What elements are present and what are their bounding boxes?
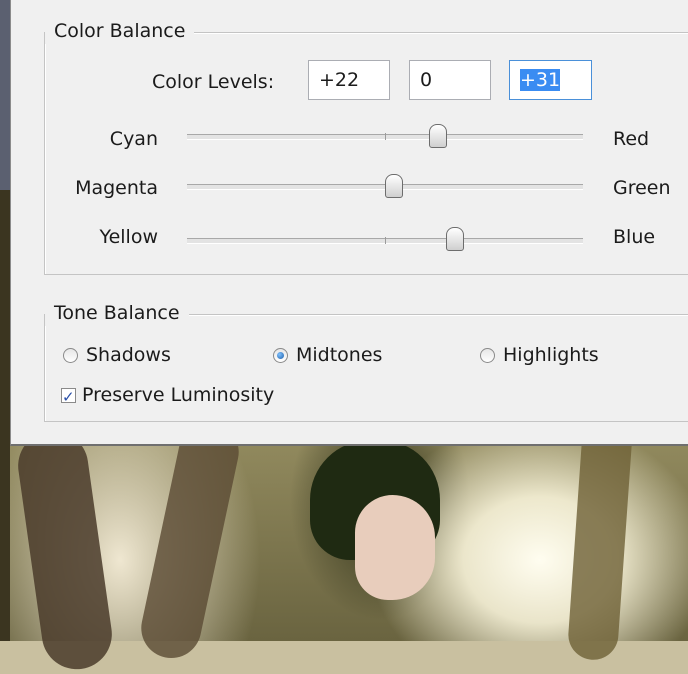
cyan-red-slider-thumb[interactable] <box>429 124 447 148</box>
center-tick <box>385 133 386 140</box>
magenta-green-slider-thumb[interactable] <box>385 174 403 198</box>
slider-label-magenta: Magenta <box>75 177 158 199</box>
cyan-red-track[interactable] <box>187 133 583 140</box>
slider-label-green: Green <box>613 177 671 199</box>
radio-midtones-label: Midtones <box>296 344 383 366</box>
color-balance-title: Color Balance <box>45 18 195 44</box>
radio-shadows[interactable]: Shadows <box>63 342 171 368</box>
slider-label-cyan: Cyan <box>109 128 158 150</box>
radio-circle-selected <box>273 348 288 363</box>
color-levels-label: Color Levels: <box>152 71 275 93</box>
magenta-green-level-field[interactable]: 0 <box>409 60 491 100</box>
selected-text: +31 <box>520 69 561 91</box>
radio-midtones[interactable]: Midtones <box>273 342 382 368</box>
color-balance-dialog: Color Balance Color Levels: +22 0 +31 Cy… <box>10 0 688 446</box>
woman-face <box>355 495 435 600</box>
yellow-blue-level-field[interactable]: +31 <box>509 60 592 100</box>
cyan-red-level-field[interactable]: +22 <box>308 60 390 100</box>
radio-circle <box>480 348 495 363</box>
radio-highlights-label: Highlights <box>503 344 599 366</box>
preserve-luminosity-label: Preserve Luminosity <box>82 384 275 406</box>
radio-highlights[interactable]: Highlights <box>480 342 599 368</box>
slider-label-red: Red <box>613 128 650 150</box>
tone-balance-title: Tone Balance <box>45 300 189 326</box>
radio-circle <box>63 348 78 363</box>
checkmark-icon <box>61 384 76 410</box>
yellow-blue-track[interactable] <box>187 237 583 244</box>
slider-label-yellow: Yellow <box>99 226 159 248</box>
center-tick <box>385 237 386 244</box>
radio-shadows-label: Shadows <box>86 344 171 366</box>
window-edge-top <box>0 0 10 190</box>
yellow-blue-slider-thumb[interactable] <box>446 227 464 251</box>
slider-label-blue: Blue <box>613 226 656 248</box>
preserve-luminosity-checkbox[interactable]: Preserve Luminosity <box>61 382 275 410</box>
